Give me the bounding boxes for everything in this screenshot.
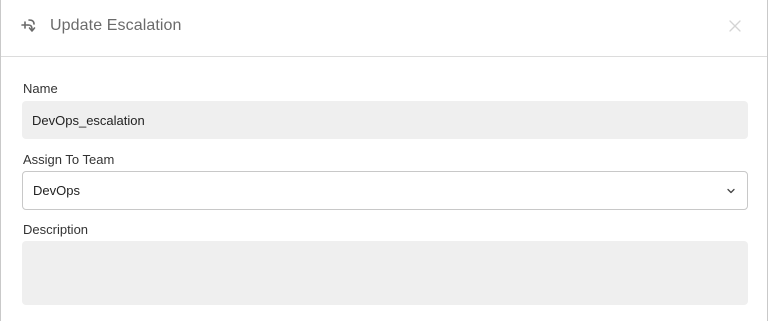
name-label: Name: [23, 81, 58, 96]
description-input[interactable]: [22, 241, 748, 305]
close-icon[interactable]: [725, 16, 745, 36]
update-escalation-dialog: Update Escalation Name DevOps_escalation…: [0, 0, 768, 321]
dialog-header: Update Escalation: [1, 0, 767, 57]
chevron-down-icon: [727, 188, 735, 193]
team-selected-value: DevOps: [33, 183, 80, 198]
name-value: DevOps_escalation: [32, 112, 145, 128]
name-input[interactable]: DevOps_escalation: [22, 101, 748, 139]
dialog-title: Update Escalation: [50, 17, 182, 34]
assign-team-label: Assign To Team: [23, 152, 115, 167]
description-label: Description: [23, 222, 89, 237]
team-select[interactable]: DevOps: [22, 171, 748, 210]
merge-arrow-icon: [21, 19, 36, 32]
